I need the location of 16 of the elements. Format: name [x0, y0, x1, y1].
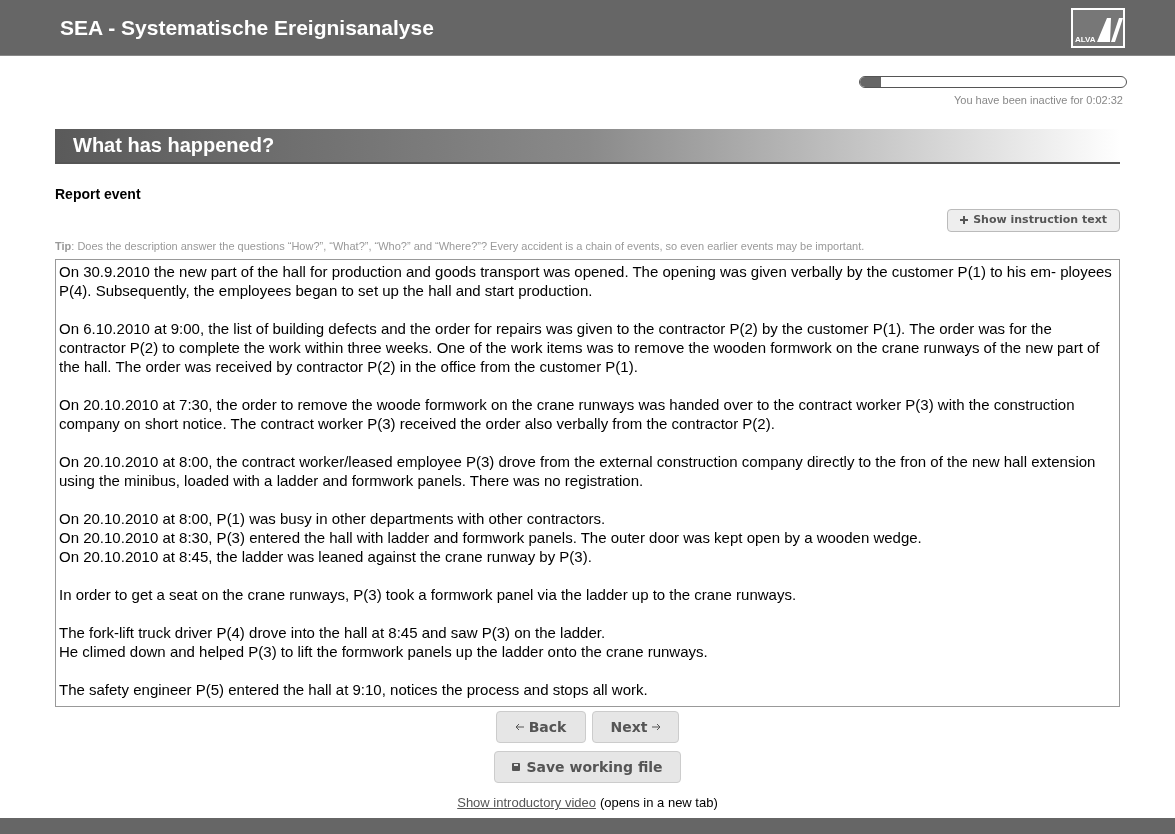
tip-text: Tip: Does the description answer the questions “How?”, “What?”, “Who?” and “Where?”? Every accident is a chain of events, so even earlier events may be important. — [55, 238, 866, 254]
plus-icon — [960, 216, 969, 224]
left-arrow-icon — [515, 724, 524, 730]
show-instruction-button[interactable]: Show instruction text — [947, 208, 1120, 232]
video-link[interactable]: Show introductory video — [457, 793, 596, 813]
save-button[interactable]: Save working file — [494, 751, 681, 783]
inactivity-text: You have been inactive for 0:02:32 — [954, 93, 1123, 108]
app-title: SEA - Systematische Ereignisanalyse — [60, 14, 434, 41]
next-button[interactable]: Next — [592, 711, 679, 743]
logo-text: ALVA — [1075, 35, 1096, 44]
right-arrow-icon — [652, 724, 661, 730]
link-note: (opens in a new tab) — [599, 794, 718, 812]
section-header: What has happened? — [55, 128, 1120, 164]
event-text-area[interactable]: On 30.9.2010 the new part of the hall for production and goods transport was opened. The opening was given verbally by the customer P(1) to his em- ployees P(4). Subsequently, the employees began to set up the hall and start production. On 6.10.2010 at 9:00, the list of building defects and the order for repairs was given to the contractor P(2) by the customer P(1). The order was for the contractor P(2) to complete the work within three weeks. One of the work items was to remove the wooden formwork on the crane runways of the new part of the hall. The order was received by contractor P(2) in the office from the customer P(1). On 20.10.2010 at 7:30, the order to remove the woode formwork on the crane runways was handed over to the contract worker P(3) with the construction company on short notice. The contract worker P(3) received the order also verbally from the contractor P(2). On 20.10.2010 at 8:00, the contract worker/leased employee P(3) drove from the external construction company directly to the fron of the new hall extension using the minibus, loaded with a ladder and formwork panels. There was no registration. On 20.10.2010 at 8:00, P(1) was busy in other departments with other contractors. On 20.10.2010 at 8:30, P(3) entered the hall with ladder and formwork panels. The outer door was kept open by a wooden wedge. On 20.10.2010 at 8:45, the ladder was leaned against the crane runway by P(3). In order to get a seat on the crane runways, P(3) took a formwork panel via the ladder up to the crane runways. The fork-lift truck driver P(4) drove into the hall at 8:45 and saw P(3) on the ladder. He climed down and helped P(3) to lift the formwork panels up the ladder onto the crane runways. The safety engineer P(5) entered the hall at 9:10, notices the process and stops all work. — [55, 259, 1120, 707]
back-button[interactable]: Back — [496, 711, 586, 743]
field-label: Report event — [55, 184, 142, 204]
